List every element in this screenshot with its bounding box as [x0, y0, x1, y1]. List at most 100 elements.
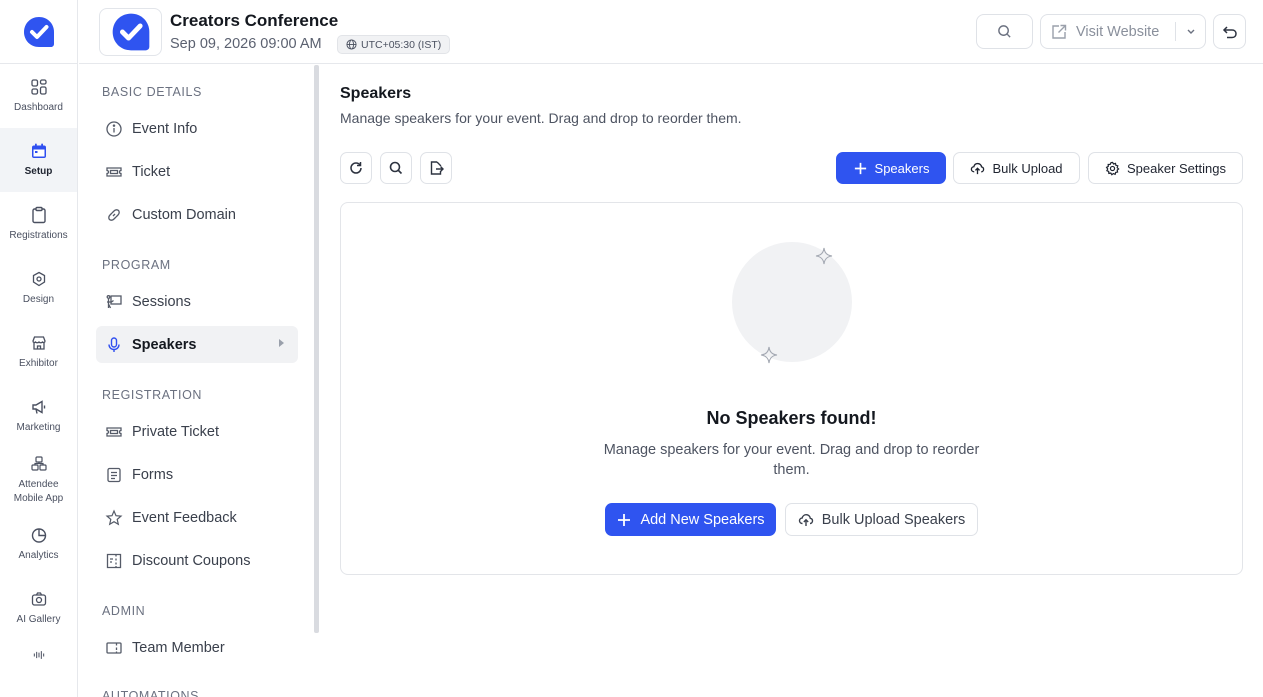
timezone-label: UTC+05:30 (IST): [361, 38, 442, 51]
cloud-upload-icon: [798, 513, 813, 526]
visit-website-label: Visit Website: [1076, 23, 1160, 40]
sidebar-scrollbar[interactable]: [314, 65, 319, 633]
chevron-down-icon[interactable]: [1184, 24, 1198, 38]
section-heading-automations: AUTOMATIONS: [102, 689, 200, 697]
rail-item-design[interactable]: Design: [0, 256, 77, 320]
event-logo: [99, 8, 162, 56]
visit-website-button[interactable]: Visit Website: [1040, 14, 1206, 49]
brand-logo-icon: [23, 16, 54, 47]
nav-item-sessions[interactable]: Sessions: [96, 283, 298, 320]
gear-icon: [1105, 161, 1120, 176]
coupon-icon: [106, 553, 122, 568]
section-heading-registration: REGISTRATION: [102, 388, 203, 402]
page-subtitle: Manage speakers for your event. Drag and…: [340, 110, 742, 126]
sparkle-icon: [815, 247, 833, 265]
nav-item-label: Team Member: [132, 639, 225, 656]
rail-item-label: AI Gallery: [16, 613, 61, 625]
rail-item-ai-gallery[interactable]: AI Gallery: [0, 576, 77, 640]
nav-item-label: Private Ticket: [132, 423, 220, 440]
nav-item-label: Sessions: [132, 293, 191, 310]
empty-state-card: No Speakers found! Manage speakers for y…: [340, 202, 1243, 575]
camera-icon: [31, 592, 46, 606]
rail-item-marketing[interactable]: Marketing: [0, 384, 77, 448]
rail-item-analytics[interactable]: Analytics: [0, 512, 77, 576]
rail-item-label: Dashboard: [14, 101, 63, 113]
nav-item-custom-domain[interactable]: Custom Domain: [96, 196, 298, 233]
top-header: Creators Conference Sep 09, 2026 09:00 A…: [79, 0, 1263, 64]
external-link-icon: [1052, 24, 1067, 39]
app-window: Dashboard Setup Registrations Design Exh…: [0, 0, 1263, 697]
link-icon: [108, 208, 120, 221]
refresh-icon: [350, 162, 362, 174]
nav-item-label: Forms: [132, 466, 174, 483]
form-icon: [107, 467, 121, 482]
bulk-upload-speakers-label: Bulk Upload Speakers: [821, 511, 966, 528]
microphone-icon: [108, 336, 120, 352]
cloud-upload-icon: [971, 162, 985, 174]
undo-icon: [1222, 25, 1237, 38]
nav-item-event-info[interactable]: Event Info: [96, 110, 298, 147]
brand-logo[interactable]: [0, 0, 77, 64]
rail-item-label: Attendee Mobile App: [13, 479, 64, 504]
brand-logo-icon: [112, 13, 149, 51]
speaker-settings-button[interactable]: Speaker Settings: [1088, 152, 1243, 184]
add-new-speakers-label: Add New Speakers: [640, 511, 765, 528]
nav-item-event-feedback[interactable]: Event Feedback: [96, 499, 298, 536]
nav-item-team-member[interactable]: Team Member: [96, 629, 298, 666]
button-divider: [1175, 22, 1176, 41]
page-title: Speakers: [340, 85, 412, 102]
palette-icon: [32, 271, 45, 287]
ticket-icon: [106, 426, 122, 437]
nav-item-label: Event Feedback: [132, 509, 237, 526]
section-heading-program: PROGRAM: [102, 258, 171, 272]
nav-item-private-ticket[interactable]: Private Ticket: [96, 413, 298, 450]
nav-item-label: Event Info: [132, 120, 198, 137]
rail-item-setup[interactable]: Setup: [0, 128, 77, 192]
module-rail: Dashboard Setup Registrations Design Exh…: [0, 0, 78, 697]
rail-item-label: Marketing: [16, 421, 61, 433]
empty-state-subtitle: Manage speakers for your event. Drag and…: [603, 442, 980, 479]
section-heading-basic: BASIC DETAILS: [102, 85, 202, 99]
nav-item-speakers[interactable]: Speakers: [96, 326, 298, 363]
plus-icon: [854, 162, 866, 174]
search-button[interactable]: [380, 152, 412, 184]
undo-button[interactable]: [1213, 14, 1246, 49]
export-button[interactable]: [420, 152, 452, 184]
add-speakers-button[interactable]: Speakers: [836, 152, 946, 184]
search-icon: [389, 161, 403, 175]
add-speakers-label: Speakers: [874, 160, 930, 176]
id-card-icon: [106, 641, 122, 654]
nav-item-forms[interactable]: Forms: [96, 456, 298, 493]
rail-item-exhibitor[interactable]: Exhibitor: [0, 320, 77, 384]
presentation-icon: [106, 294, 122, 308]
bulk-upload-label: Bulk Upload: [992, 160, 1063, 176]
refresh-button[interactable]: [340, 152, 372, 184]
header-search-button[interactable]: [976, 14, 1033, 49]
rail-item-more[interactable]: [0, 640, 77, 670]
search-icon: [998, 25, 1011, 38]
rail-item-label: Exhibitor: [19, 357, 58, 369]
nav-item-label: Custom Domain: [132, 206, 236, 223]
setup-sidebar: BASIC DETAILS Event Info Ticket Custom D…: [79, 65, 319, 697]
store-icon: [31, 336, 46, 350]
nav-item-discount-coupons[interactable]: Discount Coupons: [96, 542, 298, 579]
globe-icon: [346, 39, 357, 50]
sparkle-icon: [760, 346, 778, 364]
bulk-upload-button[interactable]: Bulk Upload: [953, 152, 1080, 184]
sound-wave-icon: [33, 651, 44, 659]
rail-item-dashboard[interactable]: Dashboard: [0, 64, 77, 128]
nav-item-label: Discount Coupons: [132, 552, 251, 569]
nav-item-ticket[interactable]: Ticket: [96, 153, 298, 190]
megaphone-icon: [31, 400, 45, 414]
rail-item-attendee-mobile-app[interactable]: Attendee Mobile App: [0, 448, 77, 512]
bulk-upload-speakers-button[interactable]: Bulk Upload Speakers: [785, 503, 978, 536]
rail-item-registrations[interactable]: Registrations: [0, 192, 77, 256]
speakers-page: Speakers Manage speakers for your event.…: [320, 65, 1263, 697]
rail-item-label: Registrations: [9, 229, 68, 241]
add-new-speakers-button[interactable]: Add New Speakers: [605, 503, 776, 536]
export-icon: [430, 161, 444, 175]
star-icon: [105, 508, 123, 526]
calendar-icon: [31, 143, 46, 158]
rail-item-label: Analytics: [18, 549, 59, 561]
speaker-settings-label: Speaker Settings: [1126, 160, 1226, 176]
